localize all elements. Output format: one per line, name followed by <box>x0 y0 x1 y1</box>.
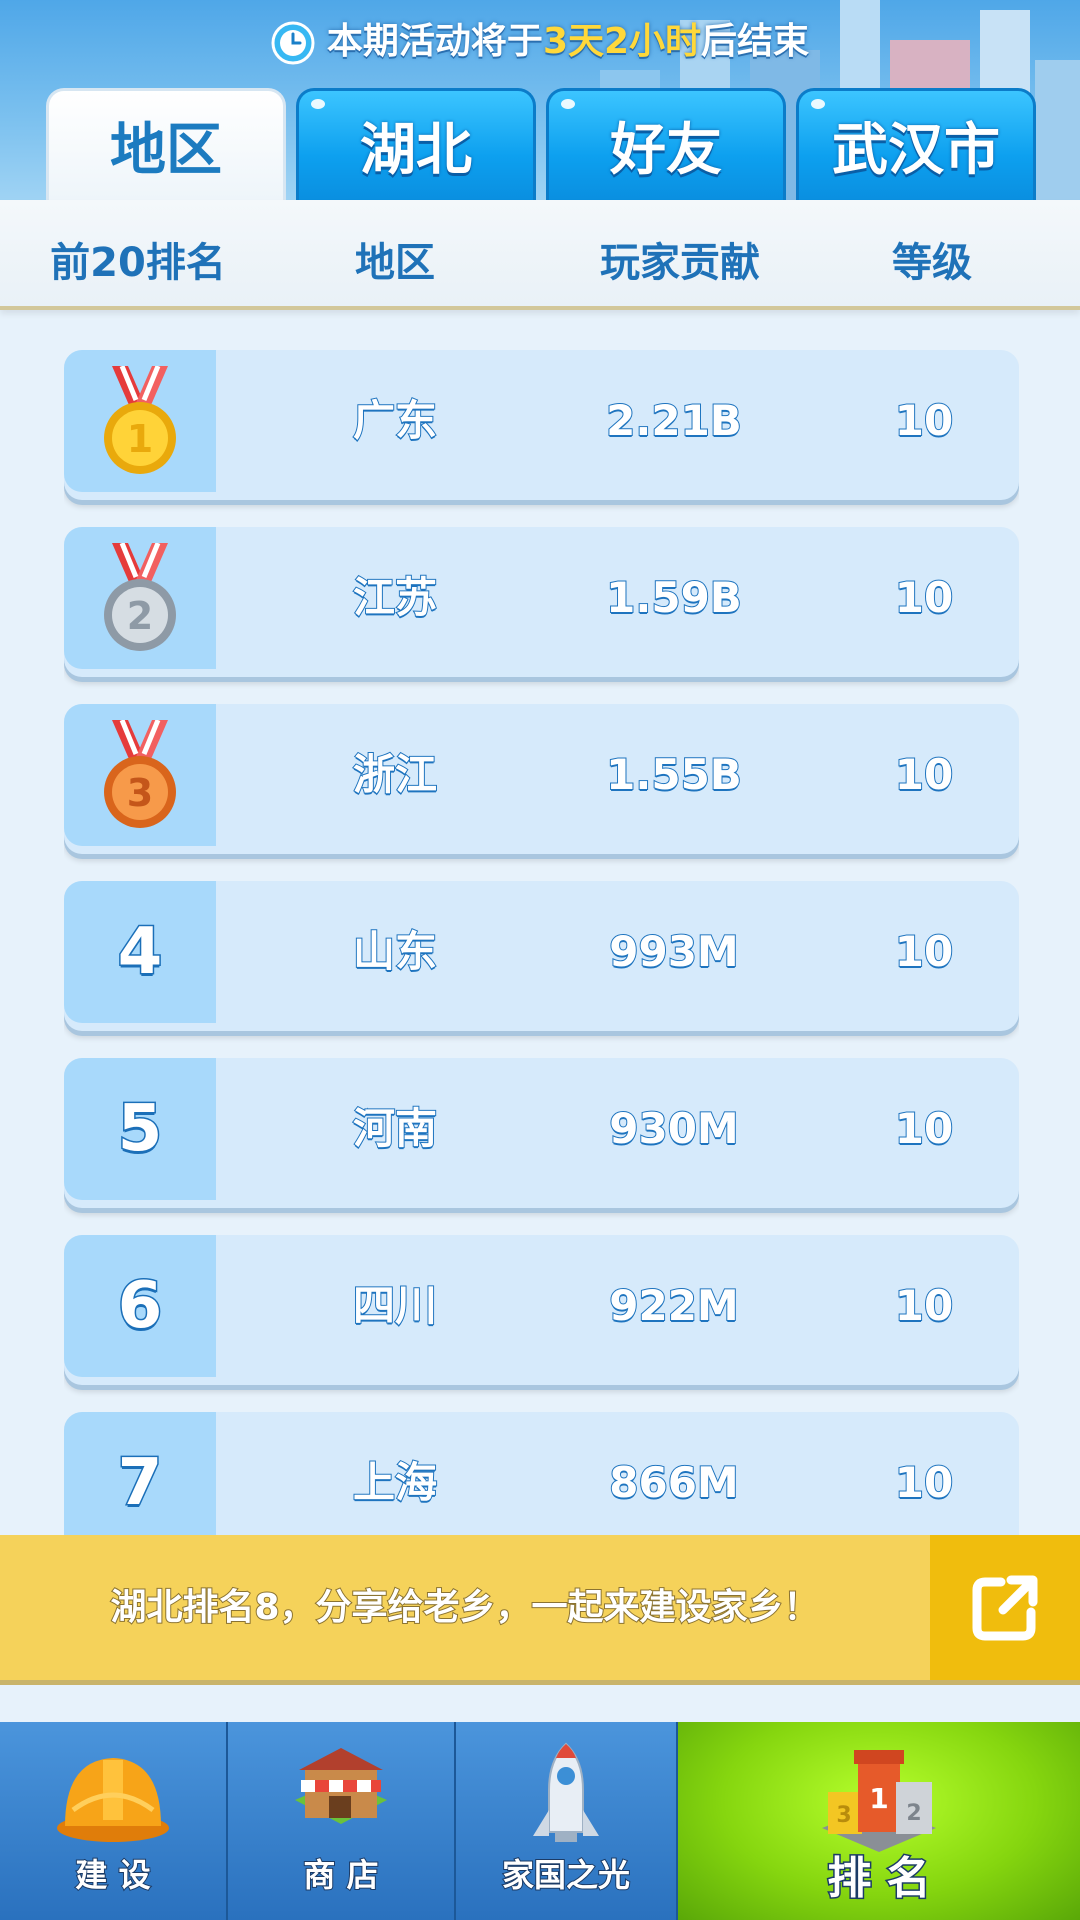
svg-text:3: 3 <box>127 771 153 815</box>
svg-text:2: 2 <box>127 594 153 638</box>
region-name: 河南 <box>352 1103 438 1154</box>
region-name: 山东 <box>352 926 438 977</box>
contribution-value: 930M <box>608 1103 739 1154</box>
level-value: 10 <box>894 926 954 977</box>
region-name: 四川 <box>352 1280 438 1331</box>
timer-prefix: 本期活动将于 <box>326 21 543 62</box>
share-banner: 湖北排名8，分享给老乡，一起来建设家乡！ <box>0 1535 1080 1685</box>
rank-cell: 3 <box>64 704 216 846</box>
nav-shop[interactable]: 商 店 <box>228 1722 456 1920</box>
contribution-value: 1.59B <box>605 572 743 623</box>
timer-suffix: 后结束 <box>701 21 810 62</box>
level-value: 10 <box>894 1103 954 1154</box>
level-value: 10 <box>894 572 954 623</box>
shop-icon <box>295 1748 387 1824</box>
silver-medal-icon: 2 <box>104 543 176 651</box>
rank-cell: 4 <box>64 881 216 1023</box>
svg-text:3: 3 <box>836 1803 851 1828</box>
column-rank: 前20排名 <box>50 240 226 286</box>
rank-number: 4 <box>116 914 164 991</box>
rank-cell: 6 <box>64 1235 216 1377</box>
level-value: 10 <box>894 395 954 446</box>
clock-icon <box>271 21 315 65</box>
rank-cell: 2 <box>64 527 216 669</box>
column-region: 地区 <box>355 240 435 286</box>
svg-text:2: 2 <box>906 1801 921 1826</box>
rank-cell: 5 <box>64 1058 216 1200</box>
nav-label: 家国之光 <box>501 1855 631 1895</box>
leaderboard-row[interactable]: 2 江苏 1.59B 10 <box>64 527 1019 677</box>
leaderboard-list[interactable]: 1 广东 2.21B 10 2 江苏 1.59B 10 3 浙江 1.55B 1… <box>64 350 1019 1535</box>
contribution-value: 1.55B <box>605 749 743 800</box>
rocket-icon <box>533 1742 599 1842</box>
tab-region[interactable]: 地区 <box>46 88 286 200</box>
region-name: 江苏 <box>352 572 438 623</box>
nav-ranking[interactable]: 1 2 3 排 名 <box>678 1722 1080 1920</box>
rank-cell: 7 <box>64 1412 216 1535</box>
header: 本期活动将于3天2小时后结束 地区 湖北 好友 武汉市 <box>0 0 1080 200</box>
column-level: 等级 <box>892 240 972 286</box>
level-value: 10 <box>894 1280 954 1331</box>
tab-label: 地区 <box>110 118 222 183</box>
scope-tabs: 地区 湖北 好友 武汉市 <box>46 88 1036 200</box>
nav-label: 排 名 <box>826 1852 932 1906</box>
leaderboard-row[interactable]: 3 浙江 1.55B 10 <box>64 704 1019 854</box>
tab-hubei[interactable]: 湖北 <box>296 88 536 200</box>
nav-label: 商 店 <box>302 1855 379 1895</box>
leaderboard-row[interactable]: 7 上海 866M 10 <box>64 1412 1019 1535</box>
rank-number: 7 <box>116 1445 164 1522</box>
nav-label: 建 设 <box>74 1855 151 1895</box>
contribution-value: 2.21B <box>605 395 743 446</box>
contribution-value: 993M <box>608 926 739 977</box>
leaderboard-row[interactable]: 4 山东 993M 10 <box>64 881 1019 1031</box>
nav-home-light[interactable]: 家国之光 <box>456 1722 678 1920</box>
contribution-value: 922M <box>608 1280 739 1331</box>
tab-wuhan[interactable]: 武汉市 <box>796 88 1036 200</box>
gold-medal-icon: 1 <box>104 366 176 474</box>
region-name: 上海 <box>352 1457 438 1508</box>
share-icon <box>972 1575 1038 1640</box>
tab-friends[interactable]: 好友 <box>546 88 786 200</box>
rank-cell: 1 <box>64 350 216 492</box>
leaderboard-column-header: 前20排名 地区 玩家贡献 等级 <box>0 200 1080 310</box>
tab-label: 武汉市 <box>832 118 1000 183</box>
contribution-value: 866M <box>608 1457 739 1508</box>
rank-number: 6 <box>116 1268 164 1345</box>
share-button[interactable] <box>930 1535 1080 1680</box>
tab-label: 湖北 <box>360 118 472 183</box>
bottom-nav: 建 设 商 店 家国之光 1 2 3 排 名 <box>0 1722 1080 1920</box>
hard-hat-icon <box>57 1758 169 1842</box>
region-name: 广东 <box>352 395 438 446</box>
rank-number: 5 <box>116 1091 164 1168</box>
svg-text:1: 1 <box>869 1782 888 1815</box>
level-value: 10 <box>894 1457 954 1508</box>
event-timer: 本期活动将于3天2小时后结束 <box>0 16 1080 68</box>
region-name: 浙江 <box>352 749 438 800</box>
svg-text:1: 1 <box>127 417 153 461</box>
leaderboard-row[interactable]: 6 四川 922M 10 <box>64 1235 1019 1385</box>
timer-remaining: 3天2小时 <box>542 21 702 62</box>
leaderboard-row[interactable]: 5 河南 930M 10 <box>64 1058 1019 1208</box>
share-message: 湖北排名8，分享给老乡，一起来建设家乡！ <box>109 1586 820 1629</box>
level-value: 10 <box>894 749 954 800</box>
tab-label: 好友 <box>610 118 722 183</box>
column-contribution: 玩家贡献 <box>600 240 760 286</box>
bronze-medal-icon: 3 <box>104 720 176 828</box>
nav-build[interactable]: 建 设 <box>0 1722 228 1920</box>
leaderboard-row[interactable]: 1 广东 2.21B 10 <box>64 350 1019 500</box>
